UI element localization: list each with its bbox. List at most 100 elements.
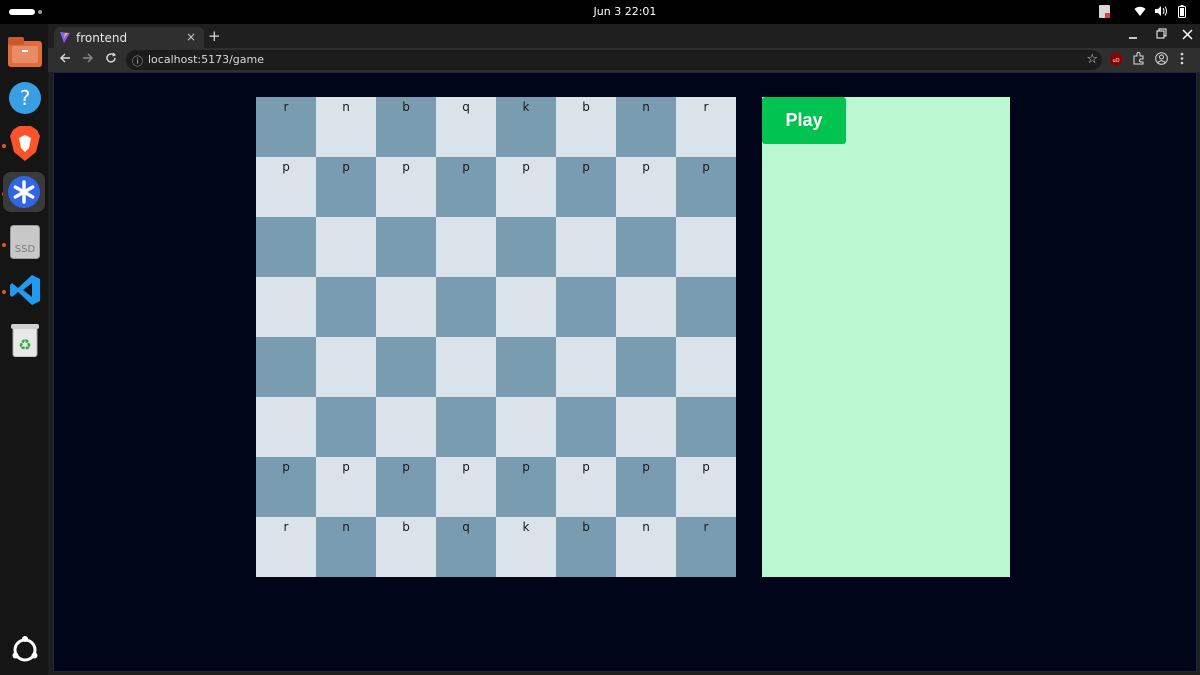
board-square[interactable] (256, 337, 316, 397)
board-square[interactable] (676, 337, 736, 397)
board-square[interactable]: k (496, 97, 556, 157)
board-square[interactable] (556, 277, 616, 337)
board-square[interactable] (256, 277, 316, 337)
extensions-icon[interactable] (1132, 52, 1145, 68)
board-square[interactable]: q (436, 517, 496, 577)
forward-icon[interactable] (82, 52, 94, 67)
board-square[interactable] (676, 397, 736, 457)
board-square[interactable] (676, 217, 736, 277)
tab-title: frontend (76, 31, 128, 45)
board-square[interactable]: p (616, 157, 676, 217)
site-info-icon[interactable]: ⓘ (132, 53, 143, 69)
board-square[interactable] (496, 217, 556, 277)
minimize-icon[interactable] (1128, 28, 1138, 43)
ssd-drive-icon[interactable]: SSD (5, 222, 45, 262)
board-square[interactable] (496, 277, 556, 337)
board-square[interactable] (316, 217, 376, 277)
board-square[interactable] (376, 337, 436, 397)
board-square[interactable]: r (676, 97, 736, 157)
board-square[interactable] (496, 397, 556, 457)
board-square[interactable]: p (316, 457, 376, 517)
board-square[interactable]: p (376, 457, 436, 517)
board-square[interactable]: r (676, 517, 736, 577)
chess-board[interactable]: r n b q k b n r p p p p p p p p p p p p p p p p r n b q k b n r (256, 97, 736, 577)
board-square[interactable] (616, 337, 676, 397)
board-square[interactable]: p (376, 157, 436, 217)
chess-piece: p (462, 460, 470, 474)
board-square[interactable] (556, 217, 616, 277)
board-square[interactable]: p (496, 157, 556, 217)
profile-icon[interactable] (1155, 52, 1168, 68)
board-square[interactable]: b (556, 517, 616, 577)
board-square[interactable]: n (616, 97, 676, 157)
bookmark-star-icon[interactable]: ☆ (1086, 52, 1098, 67)
board-square[interactable]: n (316, 517, 376, 577)
show-apps-icon[interactable] (5, 630, 45, 670)
board-square[interactable] (436, 337, 496, 397)
board-square[interactable] (556, 337, 616, 397)
board-square[interactable] (676, 277, 736, 337)
asterisk-app-icon[interactable] (3, 172, 45, 212)
board-square[interactable] (436, 217, 496, 277)
back-icon[interactable] (59, 52, 71, 67)
board-square[interactable]: p (436, 157, 496, 217)
browser-tab[interactable]: frontend × (54, 27, 204, 49)
board-square[interactable]: b (376, 517, 436, 577)
reload-icon[interactable] (105, 52, 117, 67)
board-square[interactable] (376, 277, 436, 337)
board-square[interactable] (496, 337, 556, 397)
board-square[interactable] (556, 397, 616, 457)
volume-icon[interactable] (1154, 5, 1168, 20)
address-bar[interactable]: ⓘ localhost:5173/game ☆ (126, 50, 1102, 70)
board-square[interactable]: p (496, 457, 556, 517)
tab-close-button[interactable]: × (186, 30, 196, 44)
clock[interactable]: Jun 3 22:01 (0, 5, 1200, 18)
board-square[interactable]: n (316, 97, 376, 157)
close-window-icon[interactable] (1182, 28, 1193, 43)
board-square[interactable] (616, 397, 676, 457)
board-square[interactable]: r (256, 97, 316, 157)
board-square[interactable]: p (616, 457, 676, 517)
board-square[interactable]: r (256, 517, 316, 577)
board-square[interactable] (256, 217, 316, 277)
board-square[interactable] (616, 217, 676, 277)
browser-window: frontend × + ⓘ localhost:5173/game ☆ uO (48, 24, 1200, 675)
board-square[interactable]: k (496, 517, 556, 577)
board-square[interactable] (316, 337, 376, 397)
board-square[interactable]: b (556, 97, 616, 157)
board-square[interactable]: p (556, 457, 616, 517)
board-square[interactable]: b (376, 97, 436, 157)
board-square[interactable]: p (316, 157, 376, 217)
board-square[interactable]: p (676, 457, 736, 517)
vscode-icon[interactable] (5, 270, 45, 310)
trash-icon[interactable]: ♻ (5, 320, 45, 360)
board-square[interactable] (316, 397, 376, 457)
board-square[interactable] (616, 277, 676, 337)
board-square[interactable]: p (256, 457, 316, 517)
board-square[interactable] (256, 397, 316, 457)
files-app-icon[interactable] (5, 32, 45, 72)
notes-tray-icon[interactable] (1099, 5, 1111, 22)
board-square[interactable]: p (256, 157, 316, 217)
board-square[interactable]: p (556, 157, 616, 217)
board-square[interactable]: n (616, 517, 676, 577)
board-square[interactable]: q (436, 97, 496, 157)
brave-browser-icon[interactable] (5, 124, 45, 164)
play-button[interactable]: Play (762, 97, 846, 144)
new-tab-button[interactable]: + (208, 27, 221, 45)
board-square[interactable] (376, 397, 436, 457)
wifi-icon[interactable] (1134, 5, 1146, 20)
board-square[interactable]: p (676, 157, 736, 217)
svg-text:?: ? (20, 86, 31, 110)
chess-piece: p (282, 460, 290, 474)
board-square[interactable]: p (436, 457, 496, 517)
board-square[interactable] (436, 397, 496, 457)
ublock-extension-icon[interactable]: uO (1110, 53, 1122, 69)
board-square[interactable] (376, 217, 436, 277)
menu-kebab-icon[interactable] (1180, 52, 1184, 68)
help-app-icon[interactable]: ? (5, 78, 45, 118)
restore-icon[interactable] (1156, 28, 1167, 43)
board-square[interactable] (436, 277, 496, 337)
board-square[interactable] (316, 277, 376, 337)
battery-icon[interactable] (1178, 5, 1186, 21)
